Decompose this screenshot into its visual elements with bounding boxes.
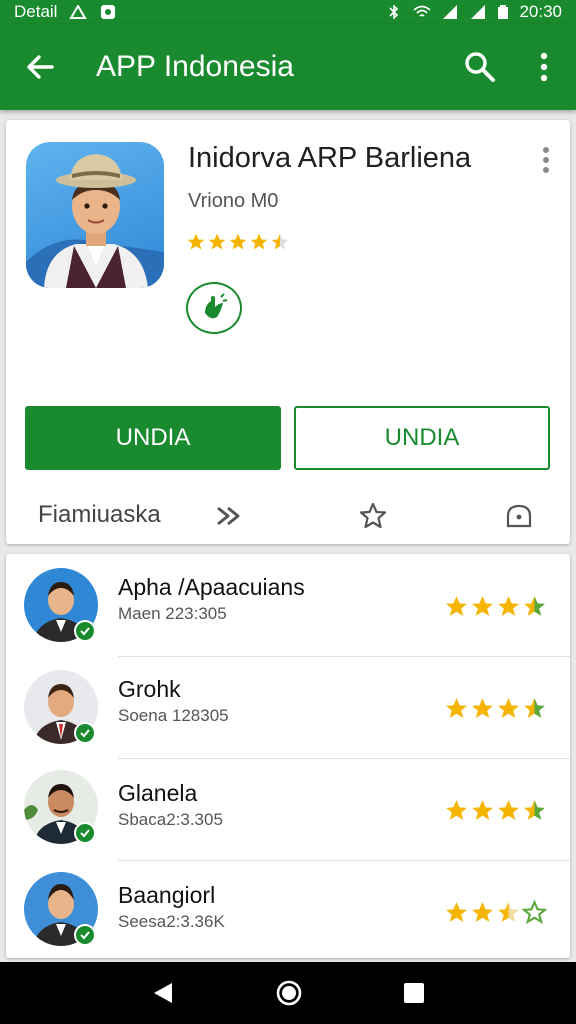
star-icon <box>446 596 467 616</box>
star-icon <box>250 233 268 250</box>
battery-icon <box>498 5 509 19</box>
verified-icon <box>74 822 96 844</box>
system-nav-bar <box>0 962 576 1024</box>
review-stars <box>444 900 547 925</box>
camera-icon[interactable] <box>504 502 534 530</box>
forward-icon[interactable] <box>214 502 244 530</box>
star-outline-icon[interactable] <box>358 502 388 530</box>
status-text: Detail <box>14 2 58 21</box>
star-green-icon <box>522 900 547 925</box>
app-rating <box>186 232 290 252</box>
app-notification-icon <box>101 5 116 19</box>
star-icon <box>498 596 519 616</box>
star-icon <box>498 698 519 718</box>
half-star-icon <box>524 800 545 820</box>
notification-icon <box>69 5 88 19</box>
status-time: 20:30 <box>519 2 562 21</box>
wifi-icon <box>413 5 432 17</box>
list-item[interactable]: Baangiorl Seesa2:3.36K <box>6 860 570 958</box>
reviewer-meta: Seesa2:3.36K <box>118 912 225 931</box>
back-arrow-icon <box>27 55 54 79</box>
editors-badge <box>186 282 242 334</box>
half-star-icon <box>524 698 545 718</box>
signal-2-icon <box>471 5 486 19</box>
star-icon <box>498 800 519 820</box>
reviewer-name: Grohk <box>118 676 181 702</box>
list-item[interactable]: Grohk Soena 128305 <box>6 656 570 756</box>
app-developer[interactable]: Vriono M0 <box>188 190 278 213</box>
more-options-button[interactable] <box>512 24 576 110</box>
star-icon <box>446 902 467 922</box>
app-bar: APP Indonesia <box>0 24 576 110</box>
app-bar-title: APP Indonesia <box>96 50 294 83</box>
star-icon <box>446 698 467 718</box>
app-name: Inidorva ARP Barliena <box>188 142 472 174</box>
half-star-icon <box>524 596 545 616</box>
verified-icon <box>74 924 96 946</box>
star-icon <box>446 800 467 820</box>
install-button[interactable]: UNDIA <box>25 406 281 470</box>
list-item[interactable]: Apha /Apaacuians Maen 223:305 <box>6 554 570 654</box>
review-stars <box>444 798 547 823</box>
reviewer-name: Apha /Apaacuians <box>118 574 305 600</box>
star-icon <box>472 902 493 922</box>
back-button[interactable] <box>0 24 80 110</box>
star-icon <box>472 800 493 820</box>
star-icon <box>472 698 493 718</box>
reviewer-name: Glanela <box>118 780 198 806</box>
search-icon <box>465 52 495 82</box>
reviewer-meta: Sbaca2:3.305 <box>118 810 223 829</box>
app-icon <box>26 142 164 288</box>
half-star-icon <box>271 233 289 250</box>
star-icon <box>472 596 493 616</box>
star-icon <box>208 233 226 250</box>
reviews-list: Apha /Apaacuians Maen 223:305 Grohk Soen… <box>6 554 570 958</box>
back-triangle-icon[interactable] <box>150 980 176 1006</box>
recents-square-icon[interactable] <box>402 981 426 1005</box>
star-icon <box>187 233 205 250</box>
review-stars <box>444 696 547 721</box>
list-item[interactable]: Glanela Sbaca2:3.305 <box>6 758 570 858</box>
card-menu-icon[interactable] <box>540 146 552 174</box>
star-icon <box>229 233 247 250</box>
card-footer: Fiamiuaska <box>6 490 570 540</box>
app-detail-card: Inidorva ARP Barliena Vriono M0 UNDIA UN… <box>6 120 570 544</box>
reviewer-meta: Soena 128305 <box>118 706 229 725</box>
signal-icon <box>443 5 458 19</box>
search-button[interactable] <box>448 24 512 110</box>
footer-label[interactable]: Fiamiuaska <box>38 501 161 529</box>
review-stars <box>444 594 547 619</box>
half-star-icon <box>498 902 519 922</box>
hand-badge-icon <box>205 293 228 319</box>
status-bar: Detail 20:30 <box>0 0 576 24</box>
verified-icon <box>74 620 96 642</box>
secondary-button[interactable]: UNDIA <box>294 406 550 470</box>
home-circle-icon[interactable] <box>275 979 303 1007</box>
reviewer-meta: Maen 223:305 <box>118 604 227 623</box>
bluetooth-icon <box>389 5 399 19</box>
reviewer-name: Baangiorl <box>118 882 216 908</box>
more-vert-icon <box>540 52 548 82</box>
app-character-illustration <box>26 154 164 288</box>
verified-icon <box>74 722 96 744</box>
